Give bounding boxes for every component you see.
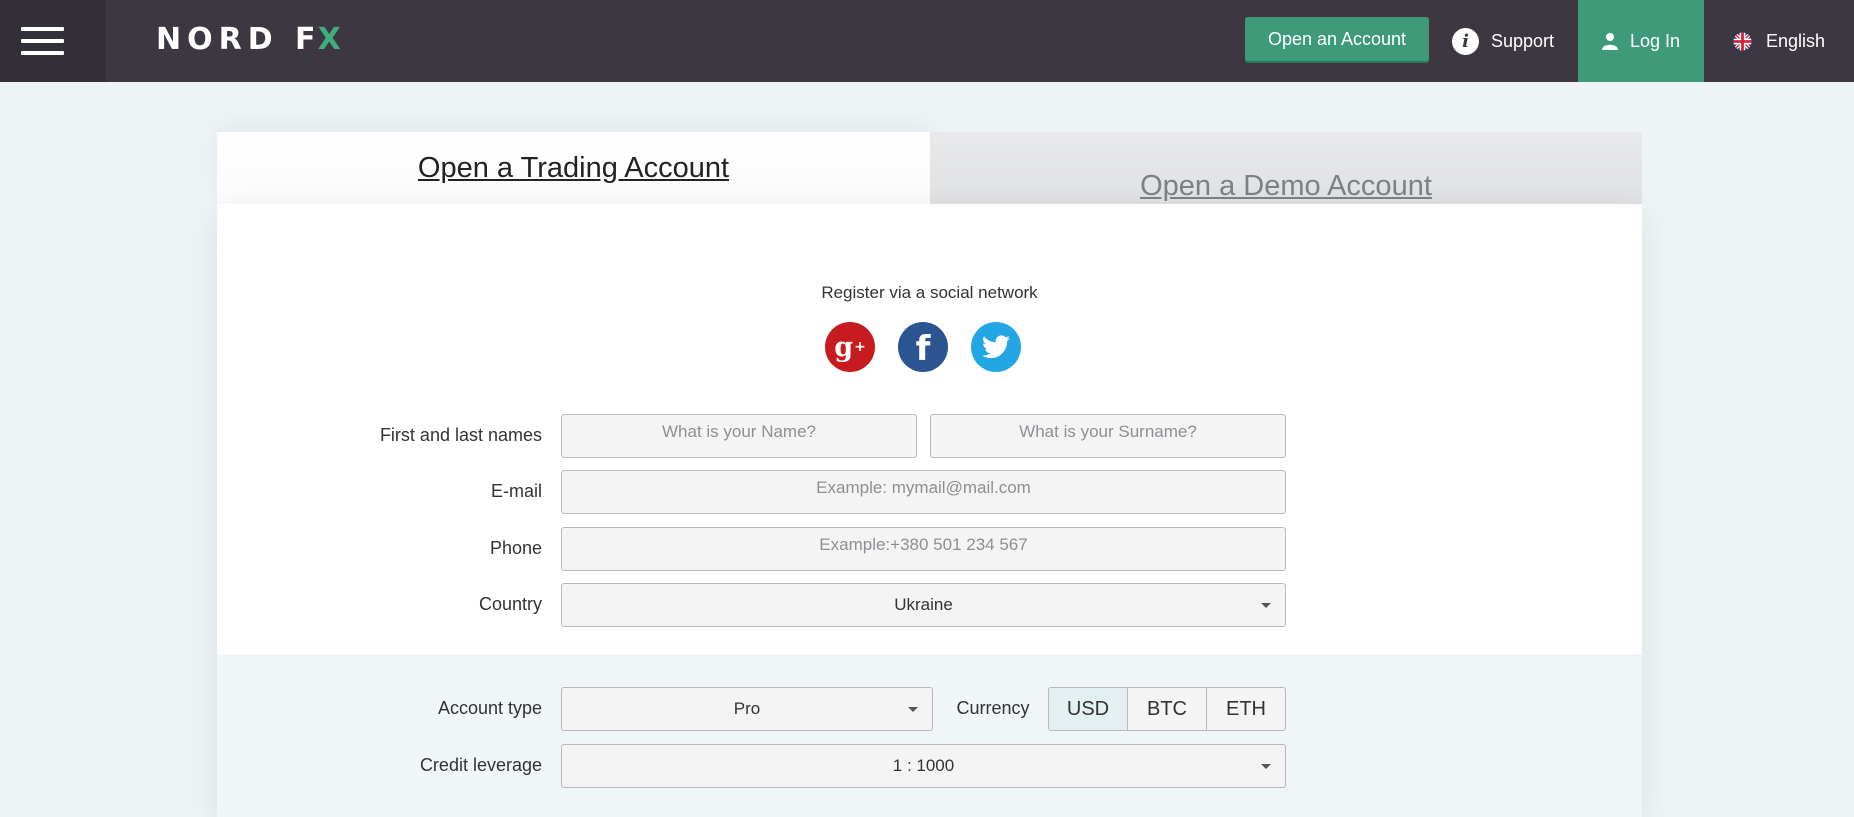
nordfx-logo[interactable]: NORD FX [156, 22, 347, 57]
facebook-icon[interactable]: f [898, 322, 948, 372]
account-type-value: Pro [733, 699, 761, 718]
country-value: Ukraine [894, 595, 953, 614]
support-label: Support [1491, 30, 1555, 51]
user-icon [1601, 33, 1618, 50]
hamburger-menu-icon[interactable] [0, 0, 106, 82]
phone-input[interactable] [561, 527, 1286, 571]
uk-flag-icon [1733, 31, 1752, 51]
support-link[interactable]: i Support [1452, 0, 1572, 82]
tab-trading-account[interactable]: Open a Trading Account [217, 132, 930, 204]
names-label: First and last names [379, 425, 542, 445]
leverage-label: Credit leverage [419, 755, 542, 775]
chevron-down-icon [908, 707, 918, 712]
leverage-value: 1 : 1000 [892, 756, 955, 775]
account-type-select[interactable]: Pro [561, 687, 933, 731]
tab-trading-account-label[interactable]: Open a Trading Account [418, 152, 729, 185]
currency-btc-button[interactable]: BTC [1128, 688, 1207, 730]
language-selector[interactable]: English [1733, 0, 1853, 82]
surname-input[interactable] [930, 414, 1286, 458]
country-label: Country [478, 594, 542, 614]
top-navigation-bar: NORD FX Open an Account i Support Log In… [0, 0, 1854, 82]
registration-form-card: Register via a social network g + f First… [217, 204, 1642, 817]
twitter-bird-icon [982, 335, 1010, 359]
account-settings-section [217, 654, 1642, 817]
phone-label: Phone [489, 538, 542, 558]
leverage-select[interactable]: 1 : 1000 [561, 744, 1286, 788]
currency-selector: USD BTC ETH [1048, 687, 1286, 731]
open-account-button[interactable]: Open an Account [1245, 17, 1429, 61]
currency-eth-button[interactable]: ETH [1207, 688, 1285, 730]
social-register-title: Register via a social network [821, 283, 1038, 302]
first-name-input[interactable] [561, 414, 917, 458]
country-select[interactable]: Ukraine [561, 583, 1286, 627]
tab-demo-account-label[interactable]: Open a Demo Account [1140, 170, 1432, 203]
chevron-down-icon [1261, 603, 1271, 608]
chevron-down-icon [1261, 764, 1271, 769]
account-type-label: Account type [437, 698, 542, 718]
email-input[interactable] [561, 470, 1286, 514]
currency-usd-button[interactable]: USD [1049, 688, 1128, 730]
twitter-icon[interactable] [971, 322, 1021, 372]
login-label: Log In [1629, 30, 1681, 51]
email-label: E-mail [490, 481, 542, 501]
language-label: English [1766, 30, 1826, 51]
login-button[interactable]: Log In [1578, 0, 1704, 82]
info-icon: i [1452, 27, 1479, 55]
currency-label: Currency [956, 698, 1030, 718]
google-plus-icon[interactable]: g + [825, 322, 875, 372]
